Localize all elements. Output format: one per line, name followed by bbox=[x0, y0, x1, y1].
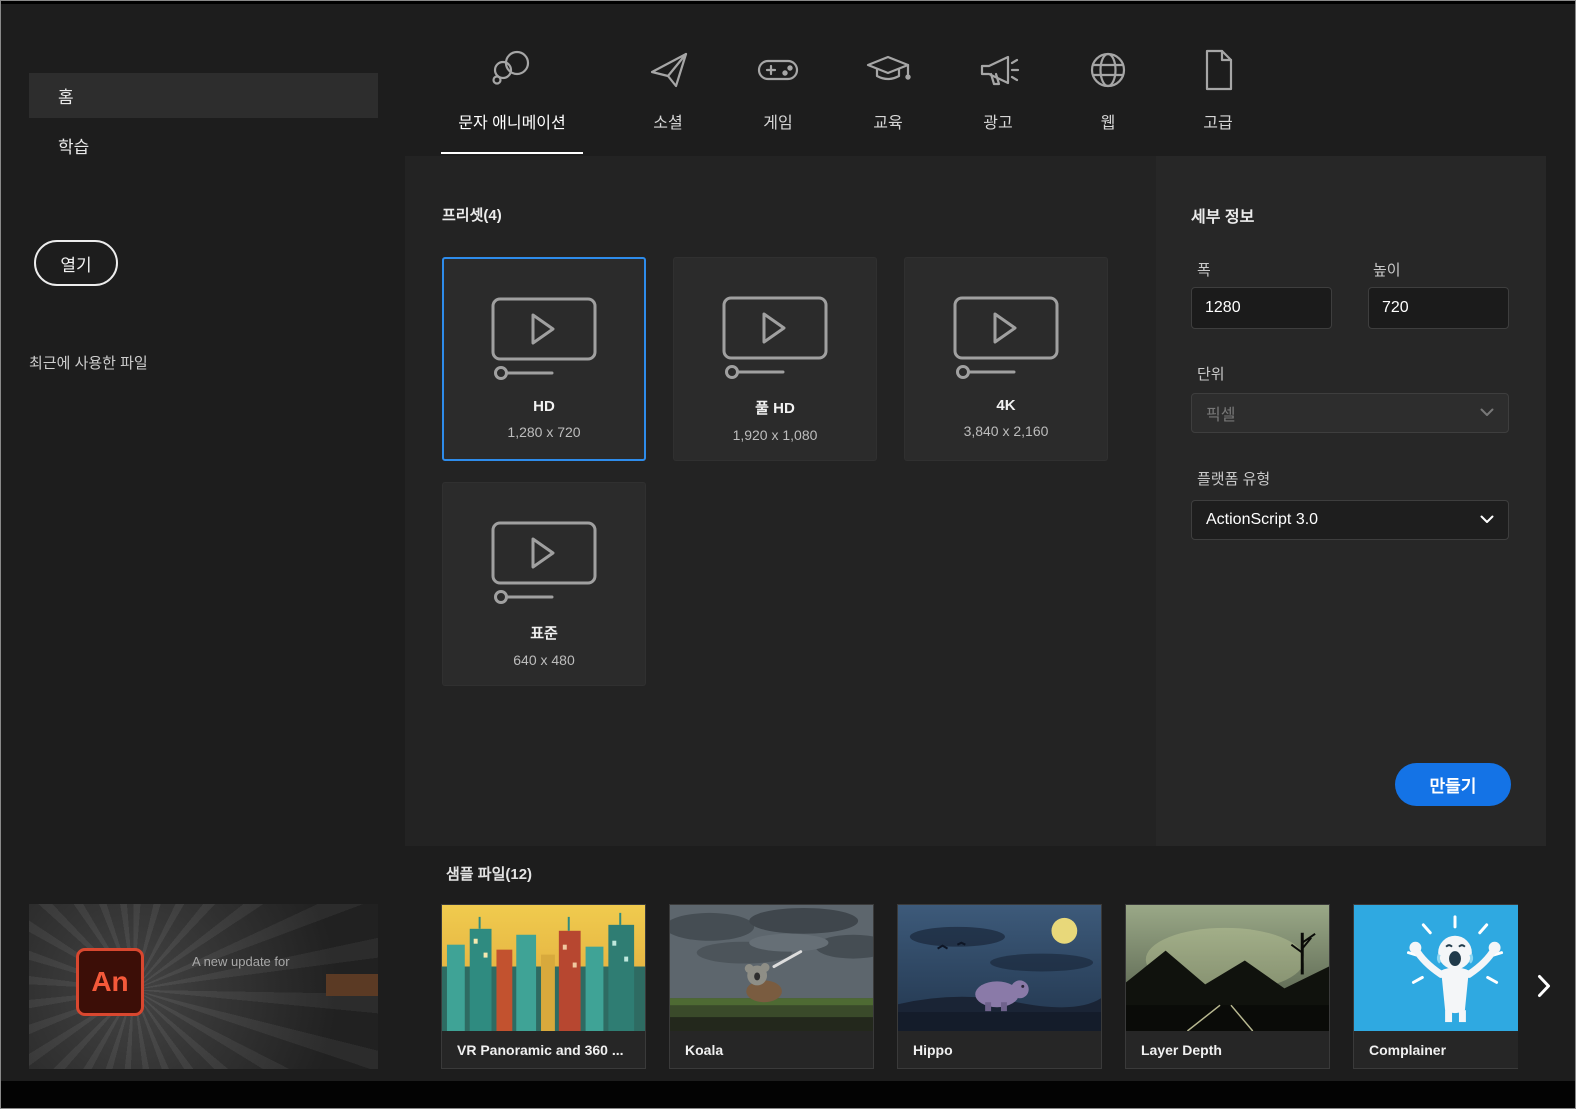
create-button[interactable]: 만들기 bbox=[1395, 763, 1511, 806]
stage-preview-icon bbox=[488, 295, 600, 386]
window-bottom-edge bbox=[1, 1081, 1575, 1108]
sidebar-home-label: 홈 bbox=[58, 88, 74, 107]
open-button-label: 열기 bbox=[60, 255, 92, 275]
preset-name: HD bbox=[533, 398, 555, 415]
globe-icon bbox=[1084, 39, 1132, 101]
presets-title: 프리셋(4) bbox=[442, 207, 502, 224]
document-icon bbox=[1194, 39, 1242, 101]
tab-label: 고급 bbox=[1203, 115, 1233, 132]
sample-name: Hippo bbox=[898, 1031, 1101, 1068]
thumbnail-koala bbox=[670, 905, 873, 1031]
stage-preview-icon bbox=[488, 519, 600, 610]
preset-name: 4K bbox=[996, 397, 1016, 414]
unit-select-value: 픽셀 bbox=[1206, 407, 1236, 424]
preset-grid: HD 1,280 x 720 풀 HD 1,920 x 1,080 4K 3,8… bbox=[442, 257, 1108, 686]
sample-files-title: 샘플 파일(12) bbox=[446, 866, 533, 883]
preset-card-4k[interactable]: 4K 3,840 x 2,160 bbox=[904, 257, 1108, 461]
preset-name: 표준 bbox=[530, 625, 558, 642]
tab-label: 웹 bbox=[1100, 115, 1116, 132]
update-banner[interactable]: An A new update for bbox=[29, 904, 378, 1069]
height-input[interactable] bbox=[1368, 287, 1509, 329]
character-animation-icon bbox=[488, 39, 536, 101]
category-tabs: 문자 애니메이션 소셜 게임 교육 광고 웹 고급 bbox=[441, 27, 1253, 154]
sample-card-layer-depth[interactable]: Layer Depth bbox=[1125, 904, 1330, 1069]
width-label: 폭 bbox=[1197, 262, 1211, 279]
sample-card-koala[interactable]: Koala bbox=[669, 904, 874, 1069]
tab-label: 문자 애니메이션 bbox=[458, 115, 566, 132]
platform-type-value: ActionScript 3.0 bbox=[1206, 511, 1319, 528]
height-label: 높이 bbox=[1373, 262, 1401, 279]
unit-select[interactable]: 픽셀 bbox=[1191, 393, 1509, 433]
details-panel: 세부 정보 폭 높이 단위 픽셀 플랫폼 유형 ActionScript 3.0 bbox=[1156, 156, 1546, 846]
presets-panel: 프리셋(4) HD 1,280 x 720 풀 HD 1,920 x 1,080… bbox=[405, 156, 1156, 846]
open-button[interactable]: 열기 bbox=[34, 240, 118, 286]
width-input[interactable] bbox=[1191, 287, 1332, 329]
recent-files-label: 최근에 사용한 파일 bbox=[29, 355, 148, 372]
stage-preview-icon bbox=[719, 294, 831, 385]
thumbnail-hippo bbox=[898, 905, 1101, 1031]
animate-logo-text: An bbox=[91, 966, 129, 997]
sample-name: VR Panoramic and 360 ... bbox=[442, 1031, 645, 1068]
tab-label: 교육 bbox=[873, 115, 903, 132]
tab-character-animation[interactable]: 문자 애니메이션 bbox=[441, 27, 583, 154]
megaphone-icon bbox=[974, 39, 1022, 101]
sample-name: Layer Depth bbox=[1126, 1031, 1329, 1068]
tab-ads[interactable]: 광고 bbox=[963, 27, 1033, 154]
tab-advanced[interactable]: 고급 bbox=[1183, 27, 1253, 154]
tab-label: 게임 bbox=[763, 115, 793, 132]
banner-text: A new update for bbox=[192, 954, 290, 969]
preset-size: 3,840 x 2,160 bbox=[963, 423, 1049, 439]
details-title: 세부 정보 bbox=[1191, 209, 1255, 226]
preset-size: 1,280 x 720 bbox=[507, 424, 581, 440]
paper-plane-icon bbox=[644, 39, 692, 101]
sidebar-learn-label: 학습 bbox=[58, 138, 90, 157]
thumbnail-vr-panoramic bbox=[442, 905, 645, 1031]
sample-name: Complainer bbox=[1354, 1031, 1518, 1068]
preset-card-full-hd[interactable]: 풀 HD 1,920 x 1,080 bbox=[673, 257, 877, 461]
thumbnail-layer-depth bbox=[1126, 905, 1329, 1031]
preset-size: 1,920 x 1,080 bbox=[732, 427, 818, 443]
sample-card-hippo[interactable]: Hippo bbox=[897, 904, 1102, 1069]
preset-size: 640 x 480 bbox=[513, 652, 575, 668]
preset-name: 풀 HD bbox=[755, 400, 795, 417]
game-controller-icon bbox=[754, 39, 802, 101]
create-button-label: 만들기 bbox=[1429, 777, 1477, 796]
tab-education[interactable]: 교육 bbox=[853, 27, 923, 154]
sidebar-item-home[interactable]: 홈 bbox=[29, 73, 378, 118]
preset-card-standard[interactable]: 표준 640 x 480 bbox=[442, 482, 646, 686]
sidebar-item-learn[interactable]: 학습 bbox=[29, 123, 378, 168]
platform-type-label: 플랫폼 유형 bbox=[1197, 471, 1271, 488]
stage-preview-icon bbox=[950, 294, 1062, 385]
animate-home-screen: 홈 학습 열기 최근에 사용한 파일 문자 애니메이션 소셜 게임 교육 광고 … bbox=[0, 0, 1576, 1109]
tab-web[interactable]: 웹 bbox=[1073, 27, 1143, 154]
window-top-edge bbox=[1, 1, 1575, 4]
chevron-down-icon bbox=[1480, 404, 1494, 422]
chevron-down-icon bbox=[1480, 511, 1494, 529]
chevron-right-icon bbox=[1538, 975, 1550, 997]
thumbnail-complainer bbox=[1354, 905, 1518, 1031]
tab-label: 광고 bbox=[983, 115, 1013, 132]
next-samples-button[interactable] bbox=[1529, 970, 1559, 1002]
sample-card-complainer[interactable]: Complainer bbox=[1353, 904, 1518, 1069]
tab-game[interactable]: 게임 bbox=[743, 27, 813, 154]
preset-card-hd[interactable]: HD 1,280 x 720 bbox=[442, 257, 646, 461]
graduation-cap-icon bbox=[864, 39, 912, 101]
tab-label: 소셜 bbox=[653, 115, 683, 132]
platform-type-select[interactable]: ActionScript 3.0 bbox=[1191, 500, 1509, 540]
sample-name: Koala bbox=[670, 1031, 873, 1068]
sample-card-vr-panoramic[interactable]: VR Panoramic and 360 ... bbox=[441, 904, 646, 1069]
tab-social[interactable]: 소셜 bbox=[633, 27, 703, 154]
animate-logo: An bbox=[76, 948, 144, 1016]
sample-files-row: VR Panoramic and 360 ... Koala Hippo Lay… bbox=[441, 904, 1518, 1069]
banner-graphic-chip bbox=[326, 974, 378, 996]
unit-label: 단위 bbox=[1197, 366, 1225, 383]
